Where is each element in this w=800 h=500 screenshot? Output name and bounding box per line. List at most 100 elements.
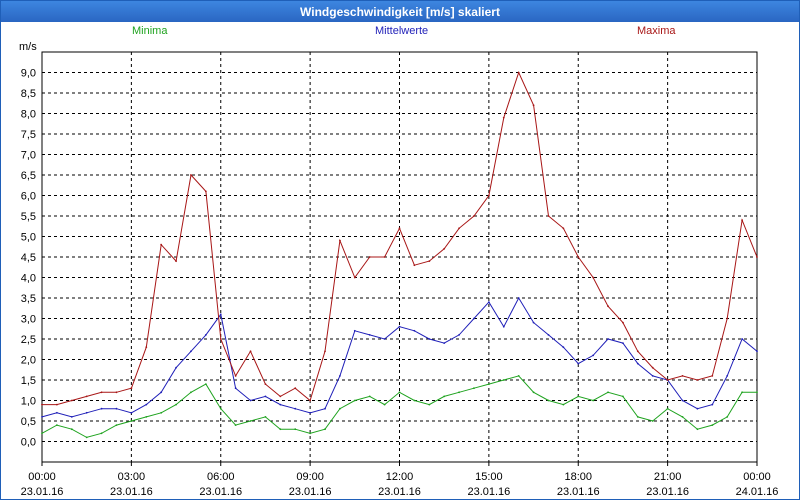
data-point-mittelwerte: [264, 395, 267, 398]
data-point-mittelwerte: [473, 317, 475, 320]
data-point-mittelwerte: [249, 399, 252, 402]
data-point-mittelwerte: [547, 334, 550, 336]
data-point-minima: [577, 395, 580, 398]
data-point-minima: [234, 424, 237, 426]
data-point-mittelwerte: [234, 387, 237, 390]
x-tick-time: 00:00: [28, 471, 56, 483]
x-tick-date: 24.01.16: [736, 486, 779, 498]
data-point-maxima: [651, 366, 654, 369]
x-tick-time: 06:00: [207, 471, 235, 483]
data-point-maxima: [339, 239, 341, 242]
data-point-mittelwerte: [532, 321, 535, 324]
data-point-maxima: [696, 379, 699, 381]
data-point-minima: [368, 395, 371, 398]
data-point-mittelwerte: [204, 334, 207, 336]
data-point-minima: [249, 420, 252, 422]
data-point-minima: [607, 391, 609, 394]
data-point-mittelwerte: [309, 411, 312, 414]
data-point-minima: [294, 428, 297, 431]
data-point-maxima: [309, 399, 312, 402]
data-point-maxima: [502, 116, 505, 119]
y-tick-label: 1,0: [21, 396, 36, 408]
data-point-minima: [130, 420, 133, 422]
data-point-minima: [592, 399, 595, 402]
y-tick-label: 2,0: [21, 355, 36, 367]
data-point-mittelwerte: [487, 301, 490, 303]
data-point-minima: [41, 432, 43, 435]
data-point-maxima: [726, 317, 729, 320]
data-point-mittelwerte: [681, 399, 684, 402]
data-point-mittelwerte: [175, 366, 177, 369]
data-point-maxima: [473, 215, 475, 217]
data-point-mittelwerte: [756, 350, 758, 353]
data-point-mittelwerte: [55, 411, 58, 414]
data-point-maxima: [756, 256, 758, 258]
data-point-maxima: [741, 219, 744, 222]
x-tick-date: 23.01.16: [199, 486, 242, 498]
y-tick-label: 0,5: [21, 416, 36, 428]
data-point-minima: [279, 428, 282, 431]
data-point-mittelwerte: [219, 313, 222, 316]
data-point-mittelwerte: [353, 329, 356, 332]
data-point-minima: [190, 391, 192, 394]
data-point-minima: [339, 407, 341, 410]
data-point-maxima: [85, 395, 88, 398]
data-point-maxima: [711, 375, 714, 377]
data-point-minima: [547, 399, 550, 402]
data-point-maxima: [100, 391, 103, 394]
data-point-minima: [204, 383, 207, 385]
data-point-maxima: [428, 260, 431, 262]
y-tick-label: 2,5: [21, 334, 36, 346]
data-point-minima: [85, 436, 88, 439]
data-point-maxima: [55, 403, 58, 406]
x-tick-time: 18:00: [564, 471, 592, 483]
data-point-minima: [160, 411, 163, 414]
data-point-mittelwerte: [428, 338, 431, 340]
data-point-maxima: [592, 276, 595, 279]
x-tick-time: 21:00: [654, 471, 682, 483]
y-tick-label: 5,0: [21, 232, 36, 244]
data-point-mittelwerte: [398, 325, 401, 328]
data-point-maxima: [41, 403, 43, 406]
data-point-maxima: [413, 264, 416, 267]
data-point-minima: [517, 375, 520, 377]
y-tick-label: 9,0: [21, 68, 36, 80]
data-point-maxima: [219, 338, 222, 340]
y-tick-label: 4,5: [21, 252, 36, 264]
data-point-maxima: [398, 227, 401, 230]
data-point-mittelwerte: [443, 342, 446, 344]
data-point-minima: [175, 403, 177, 406]
data-point-maxima: [324, 350, 326, 353]
data-point-maxima: [607, 305, 609, 308]
data-point-maxima: [666, 379, 669, 381]
data-point-mittelwerte: [130, 411, 133, 414]
data-point-minima: [324, 428, 326, 431]
data-point-minima: [145, 416, 148, 418]
data-point-mittelwerte: [413, 329, 416, 332]
data-point-minima: [264, 416, 267, 418]
x-tick-time: 12:00: [386, 471, 414, 483]
x-tick-date: 23.01.16: [378, 486, 421, 498]
x-tick-date: 23.01.16: [467, 486, 510, 498]
data-point-minima: [726, 416, 729, 418]
data-point-mittelwerte: [279, 403, 282, 406]
x-tick-time: 09:00: [296, 471, 324, 483]
data-point-mittelwerte: [562, 346, 565, 349]
data-point-minima: [562, 403, 565, 406]
data-point-minima: [487, 383, 490, 385]
data-point-maxima: [636, 350, 639, 353]
y-tick-label: 3,5: [21, 293, 36, 305]
data-point-mittelwerte: [517, 297, 520, 299]
data-point-maxima: [562, 227, 565, 230]
x-tick-date: 23.01.16: [646, 486, 689, 498]
data-point-maxima: [294, 387, 297, 390]
data-point-minima: [711, 424, 714, 426]
data-point-minima: [473, 387, 475, 390]
data-point-mittelwerte: [592, 354, 595, 357]
data-point-mittelwerte: [339, 375, 341, 377]
data-point-maxima: [130, 387, 133, 390]
x-tick-date: 23.01.16: [557, 486, 600, 498]
data-point-mittelwerte: [622, 342, 624, 344]
data-point-maxima: [368, 256, 371, 258]
x-tick-time: 00:00: [743, 471, 771, 483]
